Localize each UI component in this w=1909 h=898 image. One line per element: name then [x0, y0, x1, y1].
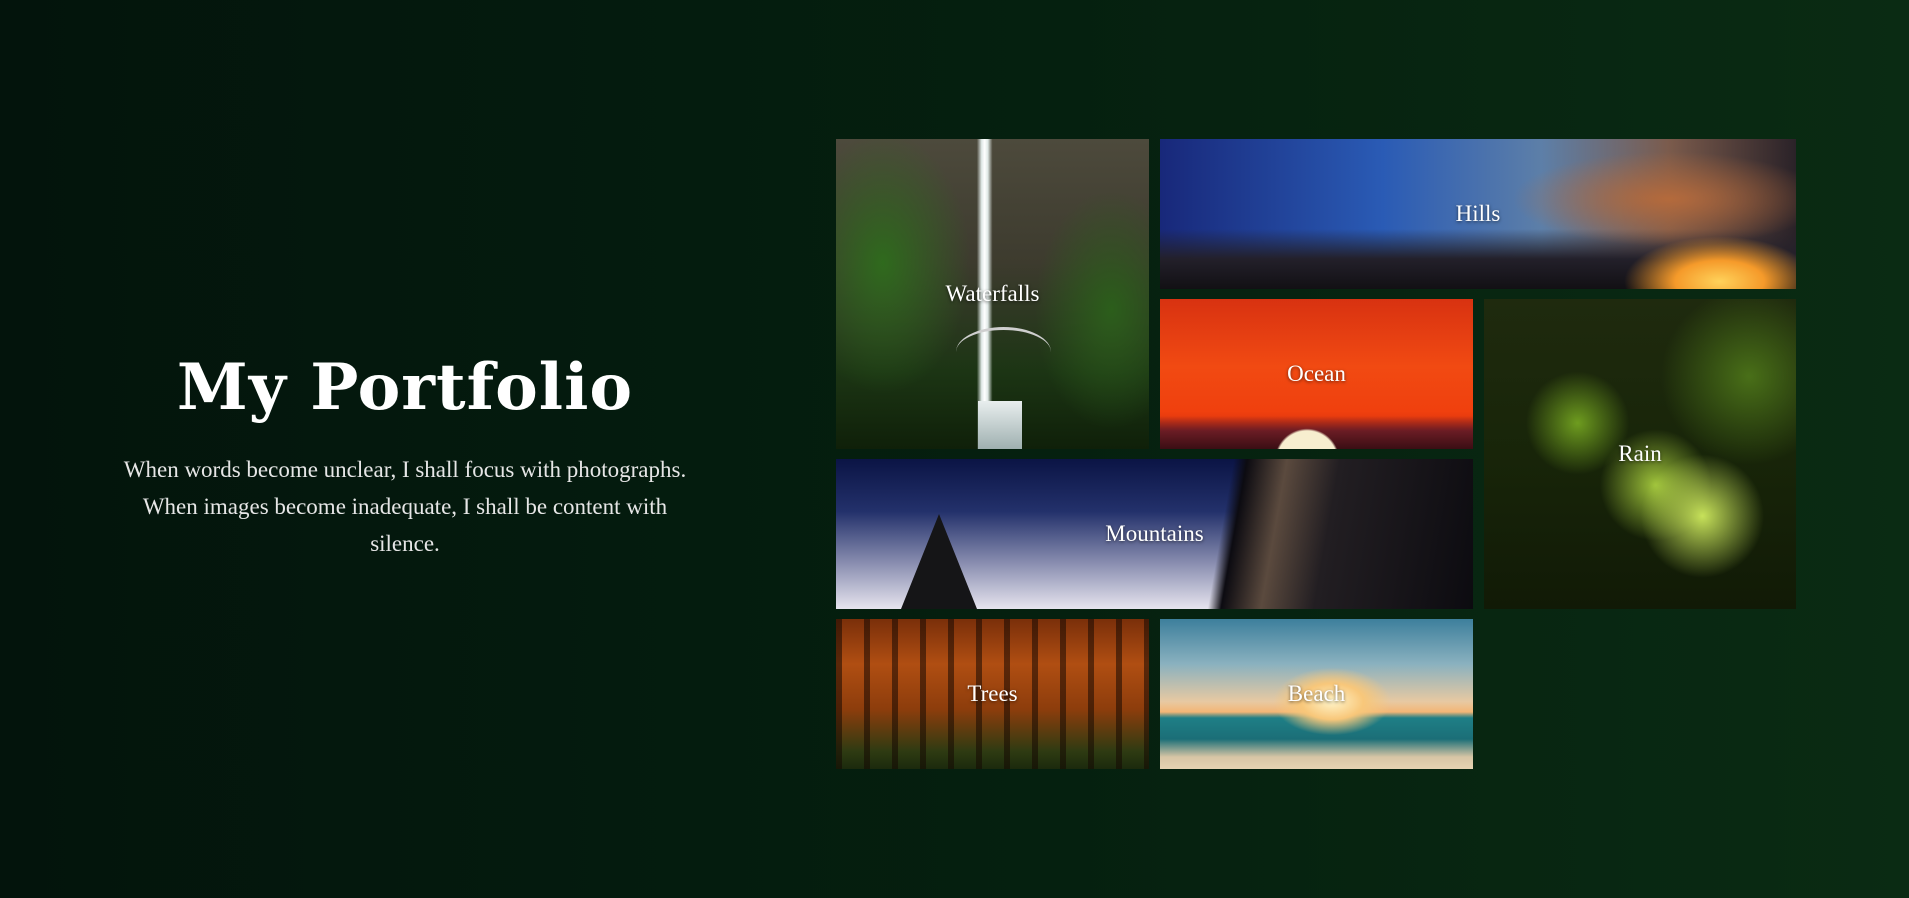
gallery-tile-label: Rain	[1618, 441, 1662, 466]
gallery-tile-label: Waterfalls	[945, 281, 1040, 306]
gallery-tile-hills[interactable]: Hills	[1160, 139, 1796, 289]
gallery-tile-label: Beach	[1287, 681, 1346, 706]
tree-silhouette	[901, 514, 977, 609]
gallery-tile-label: Mountains	[1105, 521, 1204, 546]
intro-section: My Portfolio When words become unclear, …	[120, 350, 690, 562]
gallery-tile-trees[interactable]: Trees	[836, 619, 1149, 769]
gallery-tile-label: Ocean	[1287, 361, 1346, 386]
gallery-tile-beach[interactable]: Beach	[1160, 619, 1473, 769]
gallery-tile-label: Trees	[967, 681, 1018, 706]
page-title: My Portfolio	[176, 350, 634, 425]
gallery-tile-waterfalls[interactable]: Waterfalls	[836, 139, 1149, 449]
gallery-tile-label: Hills	[1455, 201, 1501, 226]
lower-falls-shape	[978, 401, 1022, 449]
gallery-tile-mountains[interactable]: Mountains	[836, 459, 1473, 609]
gallery-tile-rain[interactable]: Rain	[1484, 299, 1796, 609]
gallery-tile-ocean[interactable]: Ocean	[1160, 299, 1473, 449]
intro-description: When words become unclear, I shall focus…	[123, 457, 687, 556]
